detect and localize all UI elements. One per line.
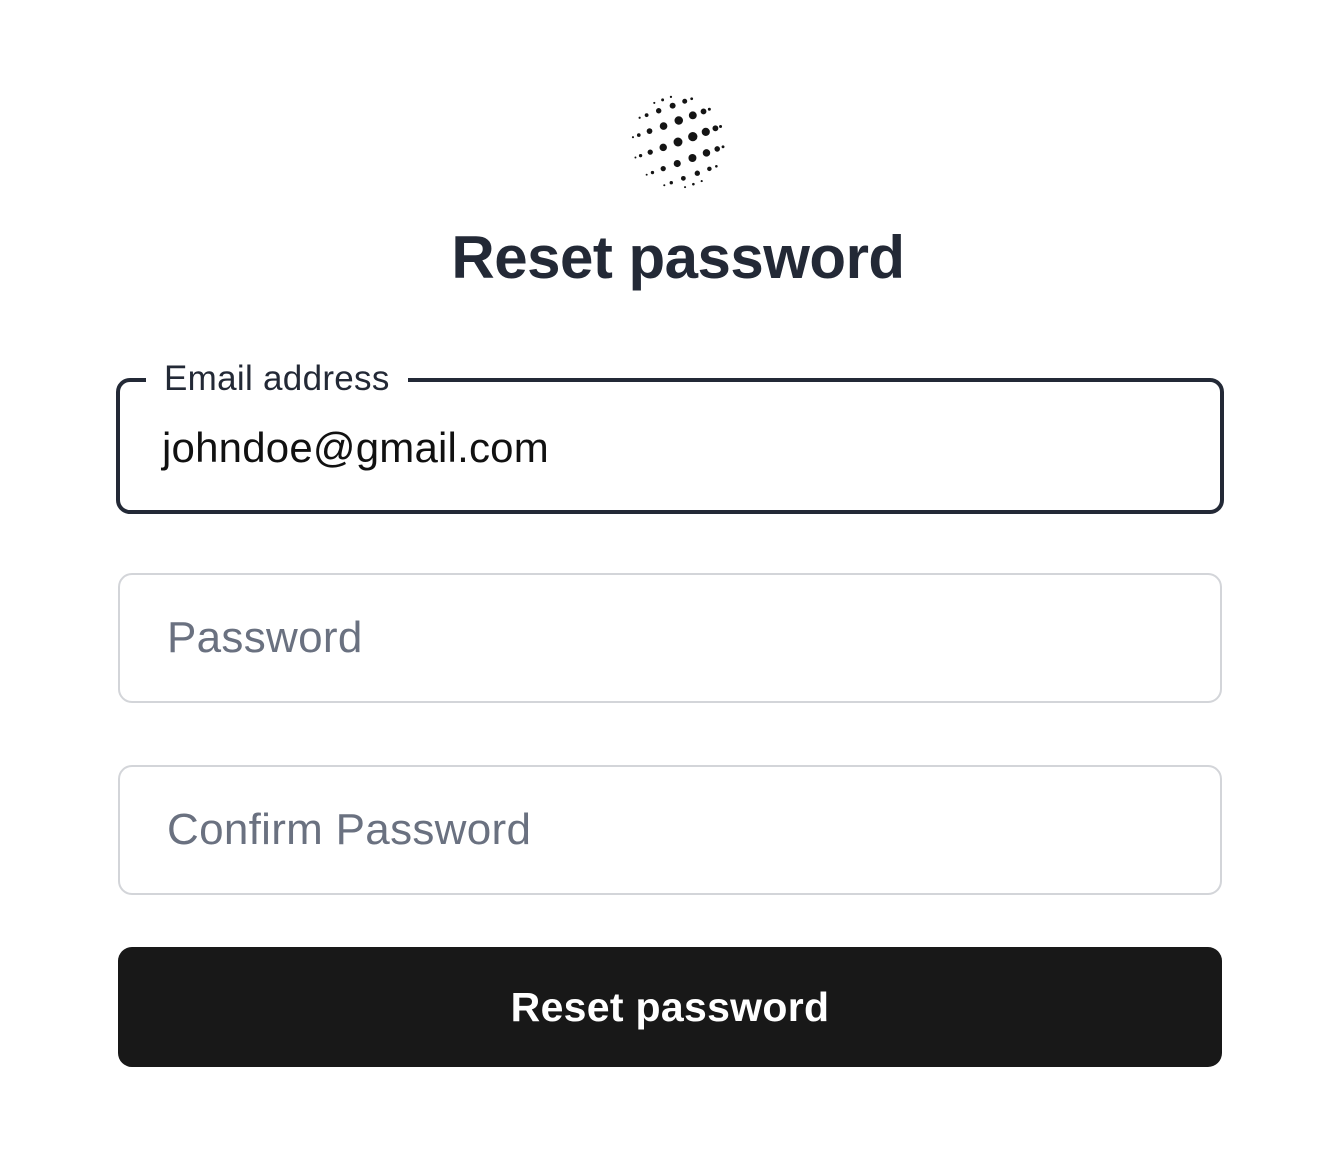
logo-dot bbox=[682, 98, 688, 104]
logo-dot bbox=[673, 137, 683, 147]
logo-dot bbox=[647, 149, 653, 155]
logo-dot bbox=[707, 107, 711, 111]
logo-dot bbox=[631, 136, 635, 139]
logo-dot bbox=[680, 175, 686, 181]
logo-dot bbox=[660, 166, 666, 172]
logo-dot bbox=[721, 145, 725, 149]
logo-dot bbox=[719, 124, 723, 128]
password-field[interactable]: Password bbox=[118, 573, 1222, 703]
logo-dot bbox=[659, 143, 667, 152]
logo-dot bbox=[661, 98, 665, 102]
logo-dot bbox=[690, 97, 694, 101]
logo-dot bbox=[646, 128, 653, 134]
confirm-password-field[interactable]: Confirm Password bbox=[118, 765, 1222, 895]
logo-dot bbox=[673, 159, 681, 168]
logo-dot bbox=[638, 116, 641, 119]
logo-dot bbox=[669, 181, 673, 185]
logo-dot bbox=[659, 122, 668, 130]
logo-dot bbox=[688, 153, 697, 162]
logo-dot bbox=[715, 164, 718, 168]
logo-dot bbox=[636, 133, 641, 137]
dotted-sphere-icon bbox=[631, 95, 725, 189]
logo-dot bbox=[688, 111, 697, 120]
logo-dot bbox=[692, 182, 695, 186]
logo-dot bbox=[650, 170, 655, 175]
logo-dot bbox=[669, 95, 673, 98]
logo-dot bbox=[694, 170, 700, 176]
logo-dot bbox=[655, 108, 662, 114]
logo-dot bbox=[663, 184, 666, 187]
logo-dot bbox=[707, 166, 712, 172]
logo-dot bbox=[702, 149, 711, 157]
reset-password-button[interactable]: Reset password bbox=[118, 947, 1222, 1067]
logo-dot bbox=[674, 116, 684, 125]
logo-dot bbox=[634, 156, 637, 159]
logo-dot bbox=[712, 125, 719, 132]
logo-dot bbox=[669, 102, 676, 109]
email-field[interactable]: Email address johndoe@gmail.com bbox=[116, 357, 1224, 514]
logo-dot bbox=[653, 101, 656, 104]
logo-dot bbox=[700, 108, 707, 115]
logo-dot bbox=[688, 131, 698, 142]
password-field-placeholder: Password bbox=[167, 613, 363, 662]
logo-dot bbox=[638, 154, 643, 158]
page-title: Reset password bbox=[451, 224, 905, 291]
logo-dot bbox=[701, 127, 710, 136]
logo-dot bbox=[645, 173, 648, 176]
email-field-value[interactable]: johndoe@gmail.com bbox=[162, 422, 549, 474]
logo-dot bbox=[714, 146, 720, 152]
logo-dot bbox=[700, 180, 703, 183]
logo-dot bbox=[684, 186, 687, 189]
confirm-password-field-placeholder: Confirm Password bbox=[167, 805, 532, 854]
email-field-label: Email address bbox=[146, 357, 408, 401]
logo-dot bbox=[644, 113, 649, 118]
